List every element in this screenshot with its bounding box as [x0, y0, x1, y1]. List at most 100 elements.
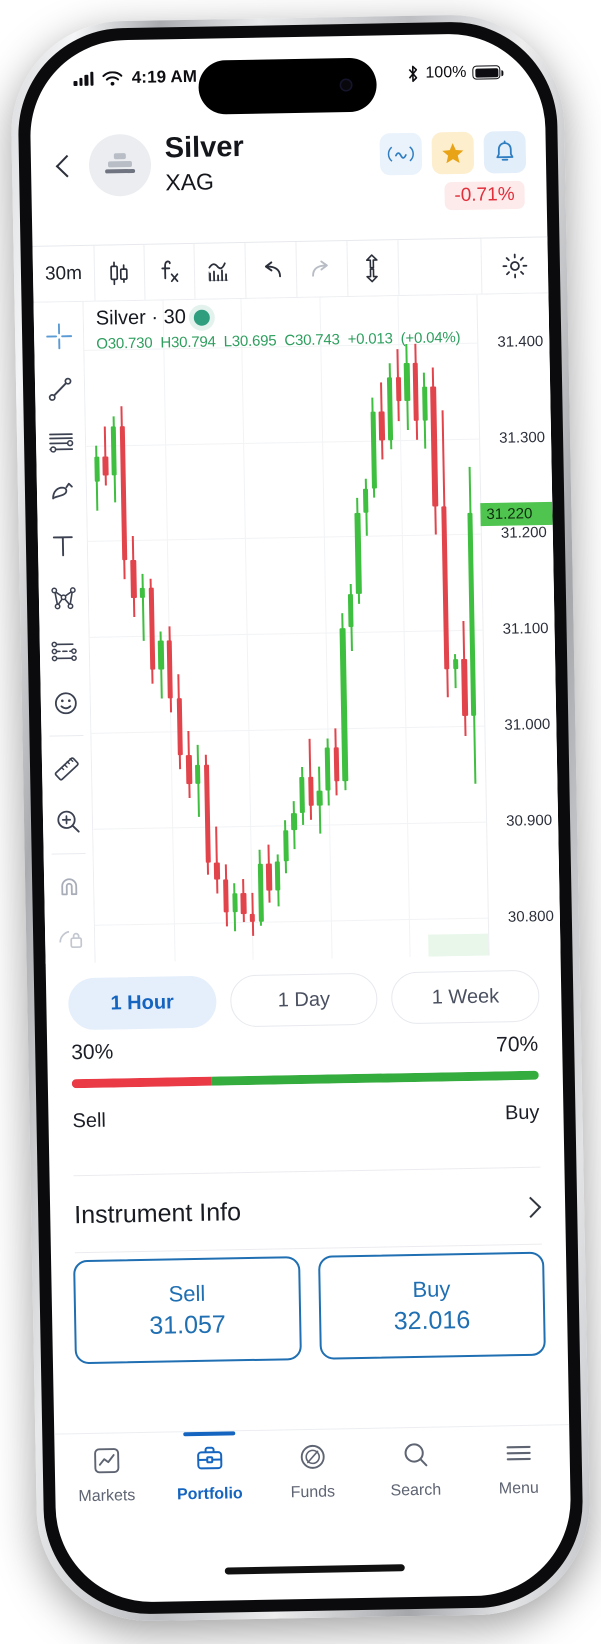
phone-bezel: 4:19 AM 100% Silver XAG -0.71% 30m Silve… [16, 20, 585, 1616]
lock-tool[interactable] [47, 914, 92, 963]
chart-patterns-button[interactable] [194, 242, 247, 299]
chart-canvas[interactable]: Silver · 30 O30.730 H30.794 L30.695 C30.… [83, 293, 561, 963]
candle-wick [215, 826, 219, 894]
candle-body [461, 658, 468, 717]
period-option-1-hour[interactable]: 1 Hour [67, 975, 217, 1031]
price-axis-label: 30.800 [507, 907, 554, 926]
status-time: 4:19 AM [131, 66, 198, 87]
candle-body [231, 893, 238, 913]
crosshair-tool[interactable] [36, 312, 81, 361]
buy-button[interactable]: Buy 32.016 [317, 1251, 546, 1360]
candle-body [249, 913, 256, 922]
sentiment-buy-fill [211, 1070, 539, 1086]
magnet-tool[interactable] [46, 862, 91, 911]
pattern-tool[interactable] [41, 574, 86, 623]
candle-body [94, 456, 100, 482]
favorite-button[interactable] [431, 131, 475, 175]
lock-icon [58, 930, 82, 948]
zoom-tool[interactable] [45, 797, 90, 846]
candle-wick [141, 573, 145, 641]
candle-body [274, 861, 281, 891]
candle-body [421, 386, 428, 421]
redo-button[interactable] [296, 241, 349, 297]
emoji-tool[interactable] [43, 679, 88, 728]
battery-percent: 100% [425, 63, 467, 82]
briefcase-icon [194, 1444, 225, 1480]
back-button[interactable] [53, 155, 75, 177]
price-axis-label: 31.000 [504, 715, 551, 734]
text-tool[interactable] [40, 522, 85, 571]
prediction-tool[interactable] [42, 626, 87, 675]
sell-button-label: Sell [168, 1280, 206, 1306]
prediction-icon [50, 641, 77, 662]
ohlc-close-label: C [284, 332, 296, 350]
candle-body [404, 362, 411, 402]
ruler-icon [54, 756, 79, 781]
measure-tool[interactable] [44, 744, 89, 793]
home-indicator [224, 1564, 405, 1575]
search-icon [400, 1440, 431, 1476]
period-option-1-day[interactable]: 1 Day [229, 972, 379, 1028]
chart-section: 30m Silver · 30 O30.730 H30.794 L30.695 … [32, 236, 561, 964]
trend-line-tool[interactable] [37, 364, 82, 413]
hamburger-menu-icon [503, 1438, 534, 1474]
candle-body [412, 362, 420, 421]
silver-bars-icon [105, 153, 136, 178]
series-status-dot [193, 309, 210, 326]
sell-button[interactable]: Sell 31.057 [73, 1256, 302, 1365]
nav-item-search[interactable]: Search [363, 1439, 467, 1501]
nav-item-portfolio[interactable]: Portfolio [157, 1431, 261, 1505]
current-price-tag: 31.220 [480, 502, 553, 527]
candle-body [307, 776, 314, 806]
sell-percent: 30% [71, 1040, 114, 1065]
current-price-band [428, 933, 489, 957]
chart-legend-title: Silver · 30 [95, 306, 187, 330]
brush-tool[interactable] [39, 469, 84, 518]
alert-button[interactable] [483, 130, 527, 174]
chart-settings-button[interactable] [481, 237, 548, 293]
nav-active-indicator [182, 1431, 235, 1437]
instrument-info-row[interactable]: Instrument Info [50, 1168, 566, 1253]
candle-body [347, 593, 354, 628]
markets-chart-icon [91, 1445, 122, 1481]
nav-item-funds[interactable]: Funds [260, 1441, 364, 1503]
period-option-1-week[interactable]: 1 Week [391, 969, 540, 1025]
zoom-in-icon [56, 810, 80, 833]
candle-body [110, 425, 118, 476]
nav-item-label: Funds [290, 1483, 336, 1502]
bell-icon [496, 140, 514, 161]
sentiment-sell-label: Sell [72, 1109, 107, 1133]
nav-item-label: Markets [78, 1487, 136, 1506]
oscillator-button[interactable] [379, 132, 423, 176]
text-t-icon [52, 536, 73, 557]
up-down-arrows-icon [365, 253, 378, 282]
undo-button[interactable] [245, 241, 298, 298]
ohlc-change-percent: (+0.04%) [400, 328, 461, 348]
cellular-signal-icon [73, 71, 94, 87]
candle-body [240, 892, 247, 915]
buy-percent: 70% [495, 1032, 539, 1057]
candle-body [441, 506, 450, 669]
candle-body [282, 829, 289, 862]
price-axis-label: 31.300 [499, 428, 546, 447]
candle-body [195, 764, 201, 784]
nav-item-markets[interactable]: Markets [54, 1445, 158, 1507]
horizontal-lines-tool[interactable] [38, 417, 83, 466]
ohlc-low-label: L [223, 333, 232, 351]
price-axis-label: 31.200 [500, 524, 547, 543]
price-axis[interactable]: 31.400 31.300 31.200 31.100 31.000 30.900 30.8… [476, 293, 561, 956]
interval-button[interactable]: 30m [32, 245, 96, 302]
pitchfork-icon [50, 587, 76, 610]
candlestick-type-button[interactable] [94, 244, 146, 301]
bottom-navigation: Markets Portfolio Funds Search Menu [54, 1424, 572, 1546]
candle-body [130, 559, 137, 599]
nav-item-menu[interactable]: Menu [466, 1437, 570, 1499]
scale-button[interactable] [347, 240, 400, 297]
page-title: Silver [164, 130, 244, 165]
indicators-button[interactable] [144, 243, 196, 300]
candle-body [339, 627, 348, 781]
phone-frame: 4:19 AM 100% Silver XAG -0.71% 30m Silve… [9, 13, 592, 1623]
bar-chart-icon [208, 261, 229, 281]
candle-body [370, 411, 378, 489]
candlestick-series [84, 295, 489, 963]
